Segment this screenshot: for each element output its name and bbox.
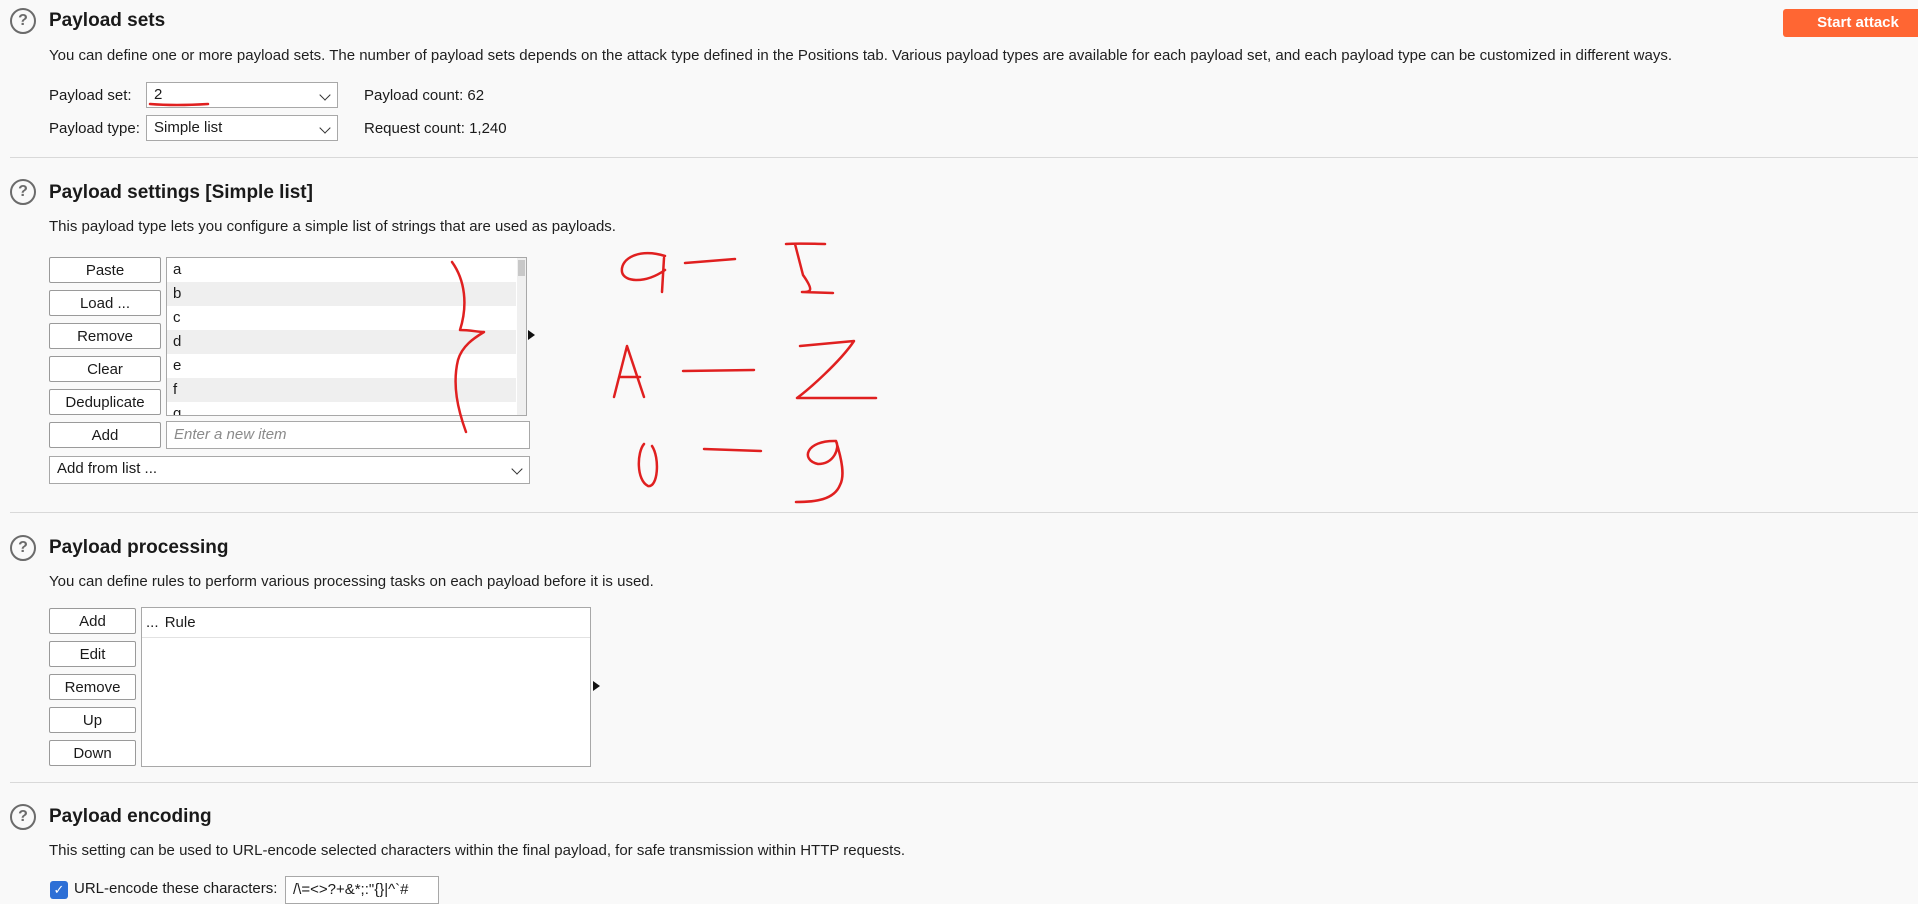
underline-annotation xyxy=(148,102,210,107)
range-a-z-annotation xyxy=(620,242,835,295)
red-annotation-layer xyxy=(148,102,878,504)
brace-annotation xyxy=(450,260,486,434)
range-A-Z-annotation xyxy=(612,339,878,400)
range-0-9-annotation xyxy=(637,439,844,504)
